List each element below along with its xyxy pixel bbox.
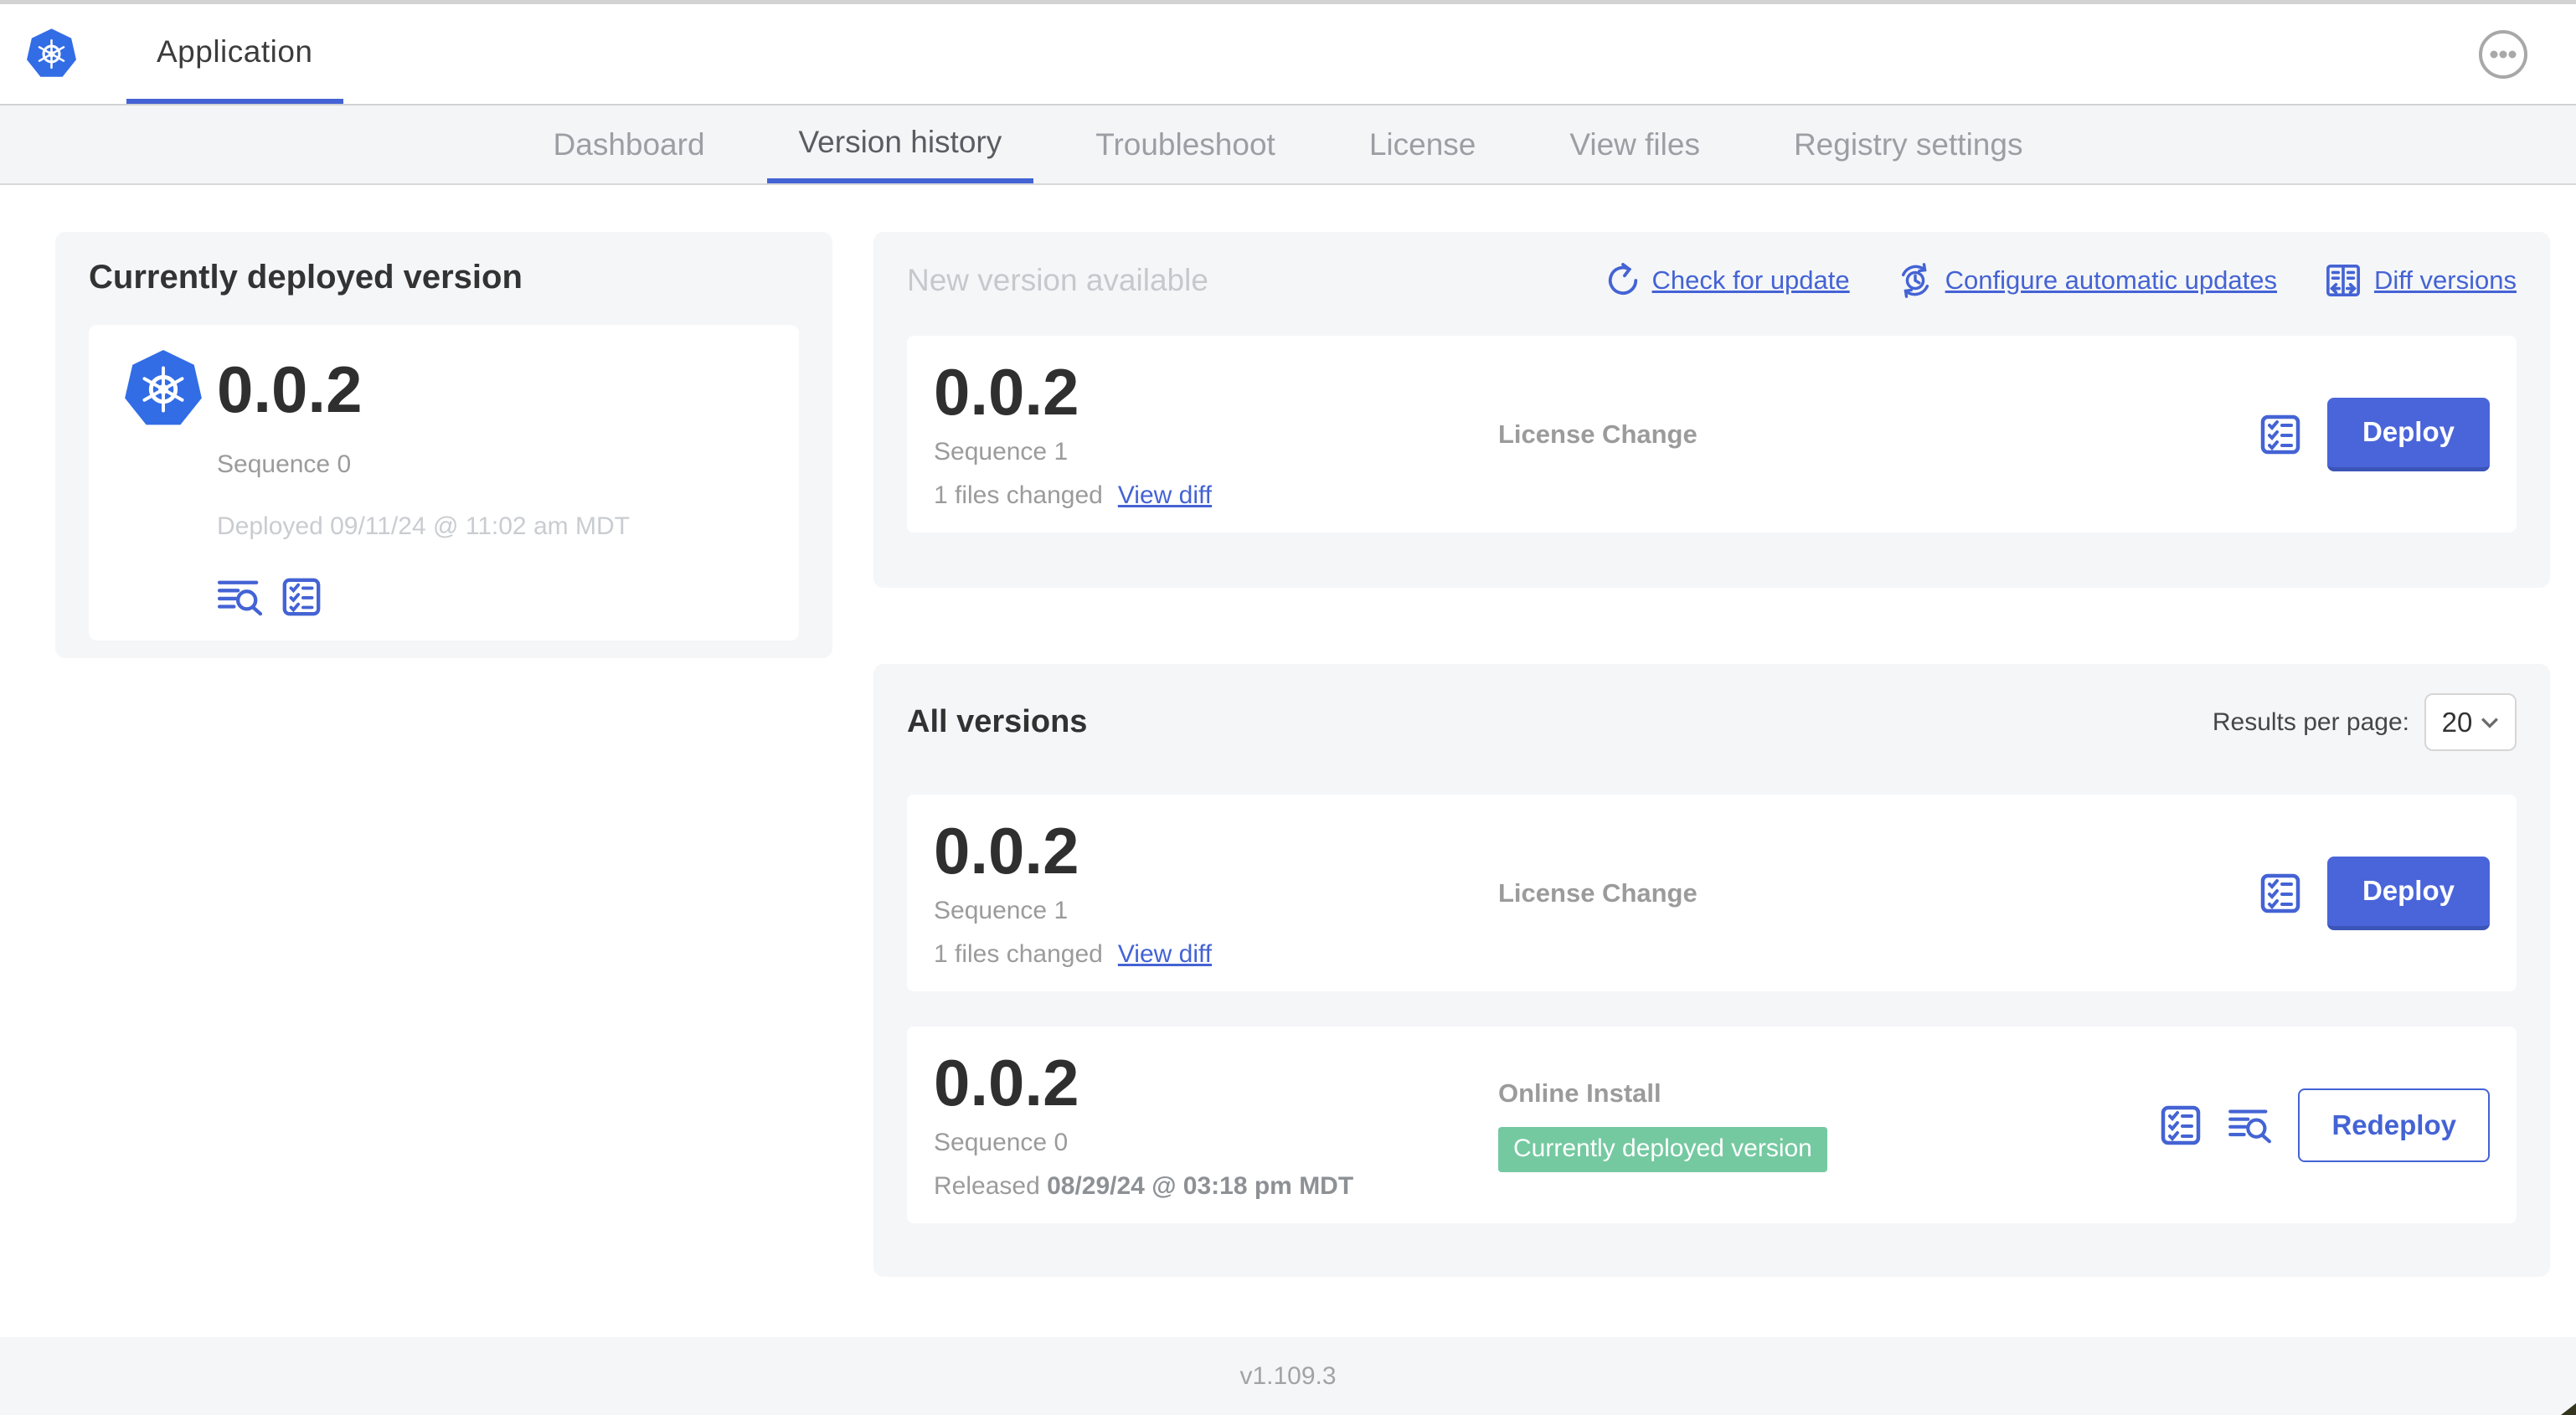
version-row: 0.0.2 Sequence 0 Released 08/29/24 @ 03:… <box>907 1027 2517 1223</box>
view-logs-button[interactable] <box>217 578 264 616</box>
version-source: Online Install <box>1498 1078 1662 1108</box>
deploy-button[interactable]: Deploy <box>2326 856 2490 930</box>
new-version-card: 0.0.2 Sequence 1 1 files changed View di… <box>907 336 2517 533</box>
currently-deployed-card: 0.0.2 Sequence 0 Deployed 09/11/24 @ 11:… <box>89 325 799 641</box>
version-source: License Change <box>1498 877 1698 908</box>
app-header: Application <box>0 4 2576 104</box>
deployed-sequence: Sequence 0 <box>217 450 352 478</box>
deployed-version-number: 0.0.2 <box>217 352 363 426</box>
kubernetes-app-icon <box>125 349 202 425</box>
results-per-page-label: Results per page: <box>2212 708 2409 736</box>
configure-automatic-updates-link[interactable]: Configure automatic updates <box>1897 262 2277 299</box>
view-diff-link[interactable]: View diff <box>1118 940 1212 969</box>
currently-deployed-title: Currently deployed version <box>89 259 523 296</box>
kubernetes-logo-icon <box>27 28 76 77</box>
checklist-icon <box>2260 873 2300 913</box>
version-source: License Change <box>1498 419 1698 449</box>
preflight-checks-button[interactable] <box>281 576 322 618</box>
tab-registry-settings[interactable]: Registry settings <box>1762 105 2055 183</box>
check-for-update-link[interactable]: Check for update <box>1605 263 1850 298</box>
auto-update-clock-icon <box>1901 263 1929 298</box>
console-version: v1.109.3 <box>1239 1361 1337 1390</box>
tab-dashboard[interactable]: Dashboard <box>522 105 737 183</box>
currently-deployed-panel: Currently deployed version 0.0.2 Sequenc… <box>55 232 832 658</box>
deploy-button[interactable]: Deploy <box>2326 397 2490 471</box>
preflight-checks-button[interactable] <box>2259 872 2302 915</box>
app-title: Application <box>157 33 313 69</box>
ellipsis-icon <box>2479 29 2527 79</box>
version-number: 0.0.2 <box>934 813 1079 888</box>
checklist-icon <box>2161 1105 2201 1145</box>
all-versions-panel: All versions Results per page: 20 0.0.2 … <box>873 664 2550 1277</box>
version-released: Released 08/29/24 @ 03:18 pm MDT <box>934 1171 1354 1200</box>
diff-icon <box>2326 265 2360 296</box>
logs-icon <box>217 580 263 616</box>
redeploy-button[interactable]: Redeploy <box>2298 1088 2490 1162</box>
currently-deployed-badge: Currently deployed version <box>1498 1126 1827 1172</box>
tab-license[interactable]: License <box>1337 105 1508 183</box>
deployed-timestamp: Deployed 09/11/24 @ 11:02 am MDT <box>217 512 630 540</box>
tab-version-history[interactable]: Version history <box>766 105 1034 183</box>
preflight-checks-button[interactable] <box>2159 1104 2202 1147</box>
chevron-down-icon <box>2481 717 2499 728</box>
app-tab[interactable]: Application <box>126 4 343 104</box>
results-per-page-select[interactable]: 20 <box>2424 693 2517 751</box>
checklist-icon <box>282 578 321 616</box>
diff-versions-link[interactable]: Diff versions <box>2324 263 2517 298</box>
tab-view-files[interactable]: View files <box>1538 105 1732 183</box>
preflight-checks-button[interactable] <box>2259 413 2302 456</box>
all-versions-title: All versions <box>907 704 1088 739</box>
new-version-title: New version available <box>907 263 1208 297</box>
app-nav: Dashboard Version history Troubleshoot L… <box>0 104 2576 185</box>
overflow-menu-button[interactable] <box>2477 28 2529 80</box>
version-sequence: Sequence 1 <box>934 896 1069 924</box>
tab-troubleshoot[interactable]: Troubleshoot <box>1064 105 1307 183</box>
view-diff-link[interactable]: View diff <box>1118 481 1212 510</box>
version-row: 0.0.2 Sequence 1 1 files changed View di… <box>907 795 2517 991</box>
app-footer: v1.109.3 <box>0 1337 2576 1415</box>
files-changed-label: 1 files changed <box>934 939 1103 968</box>
version-sequence: Sequence 1 <box>934 437 1069 466</box>
cursor-artifact <box>2561 1403 2576 1415</box>
checklist-icon <box>2260 414 2300 454</box>
new-version-panel: New version available Check for update C… <box>873 232 2550 588</box>
refresh-icon <box>1608 263 1637 295</box>
logs-icon <box>2228 1109 2272 1143</box>
version-number: 0.0.2 <box>934 1045 1079 1119</box>
main-content: Currently deployed version 0.0.2 Sequenc… <box>0 185 2576 1277</box>
view-logs-button[interactable] <box>2228 1107 2273 1144</box>
files-changed-label: 1 files changed <box>934 481 1103 509</box>
version-number: 0.0.2 <box>934 354 1079 429</box>
version-sequence: Sequence 0 <box>934 1128 1069 1156</box>
